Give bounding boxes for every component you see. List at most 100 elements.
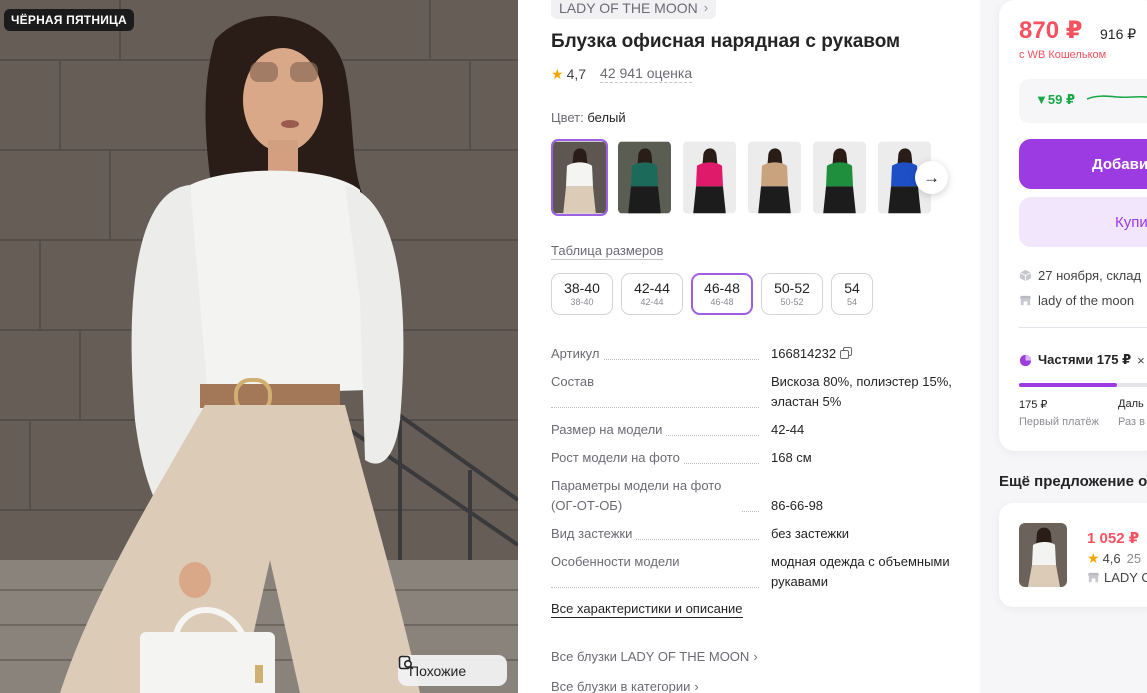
- arrow-right-icon: →: [923, 167, 940, 187]
- spec-row: Состав Вискоза 80%, полиэстер 15%, эласта…: [551, 372, 971, 412]
- rating-value: 4,7: [566, 66, 587, 82]
- offer-seller: LADY O: [1087, 570, 1147, 585]
- buy-now-button[interactable]: Купи: [1019, 197, 1147, 247]
- color-label-value: белый: [587, 110, 626, 125]
- spec-value: 166814232: [771, 344, 971, 364]
- price: 870 ₽: [1019, 17, 1083, 44]
- pie-icon: [1019, 354, 1032, 366]
- product-photo-illustration: [0, 0, 518, 693]
- spec-key: Рост модели на фото: [551, 448, 771, 468]
- offer-rating-value: 4,6: [1102, 551, 1121, 566]
- offer-rating: ★ 4,6 25: [1087, 550, 1141, 567]
- size-option[interactable]: 38-40 38-40: [551, 273, 613, 315]
- color-label: Цвет: белый: [551, 110, 626, 125]
- size-option-label: 46-48: [704, 280, 740, 296]
- color-thumbnail[interactable]: [616, 139, 673, 216]
- size-option[interactable]: 54 54: [831, 273, 873, 315]
- color-label-key: Цвет:: [551, 110, 584, 125]
- price-trend[interactable]: ▼59 ₽: [1019, 79, 1147, 123]
- price-drop-value: ▼59 ₽: [1035, 92, 1075, 107]
- spec-key: Особенности модели: [551, 552, 771, 592]
- color-thumbnail[interactable]: [811, 139, 868, 216]
- similar-label: Похожие: [409, 662, 467, 679]
- next-payment-label: Раз в: [1118, 416, 1145, 428]
- copy-icon[interactable]: [840, 347, 853, 359]
- spec-value: Вискоза 80%, полиэстер 15%, эластан 5%: [771, 372, 971, 412]
- installments-label: Частями 175 ₽: [1038, 352, 1132, 367]
- thumbnail-image: [683, 141, 736, 214]
- spec-value: 168 см: [771, 448, 971, 468]
- add-to-cart-button[interactable]: Добави: [1019, 139, 1147, 189]
- spec-value-text: Вискоза 80%, полиэстер 15%, эластан 5%: [771, 374, 952, 409]
- all-category-blouses-label: Все блузки в категории: [551, 679, 691, 693]
- color-thumbnail[interactable]: [746, 139, 803, 216]
- spec-row: Особенности модели модная одежда с объемн…: [551, 552, 971, 592]
- all-brand-blouses-link[interactable]: Все блузки LADY OF THE MOON ›: [551, 649, 758, 664]
- brand-link[interactable]: LADY OF THE MOON ›: [551, 0, 717, 19]
- color-thumbnail[interactable]: [551, 139, 608, 216]
- all-specs-link[interactable]: Все характеристики и описание: [551, 601, 743, 618]
- size-option-sublabel: 42-44: [640, 297, 664, 307]
- shop-icon: [1019, 295, 1032, 306]
- offer-rating-count: 25: [1126, 551, 1142, 566]
- size-option-label: 38-40: [564, 280, 600, 296]
- size-option[interactable]: 50-52 50-52: [761, 273, 823, 315]
- more-offers-title: Ещё предложение о: [999, 473, 1147, 490]
- spec-key-label: Состав: [551, 372, 599, 392]
- installments-header[interactable]: Частями 175 ₽ ×: [1019, 352, 1145, 368]
- black-friday-badge: ЧЁРНАЯ ПЯТНИЦА: [4, 9, 134, 31]
- brand-name: LADY OF THE MOON: [559, 0, 698, 16]
- buy-panel: 870 ₽ 916 ₽ с WB Кошельком ▼59 ₽ Добави …: [999, 0, 1147, 451]
- product-title: Блузка офисная нарядная с рукавом: [551, 31, 901, 52]
- spec-row: Размер на модели 42-44: [551, 420, 971, 440]
- offer-thumbnail: [1019, 523, 1067, 587]
- spec-value: 86-66-98: [771, 476, 971, 516]
- size-option-label: 42-44: [634, 280, 670, 296]
- similar-products-button[interactable]: Похожие: [398, 655, 507, 686]
- all-category-blouses-link[interactable]: Все блузки в категории ›: [551, 679, 699, 693]
- offer-card[interactable]: 1 052 ₽ ★ 4,6 25 LADY O: [999, 503, 1147, 607]
- spec-value-text: 168 см: [771, 450, 812, 465]
- delivery-text: 27 ноября, склад: [1038, 268, 1142, 283]
- thumbnail-image: [748, 141, 801, 214]
- spec-value-text: 86-66-98: [771, 498, 824, 513]
- old-price: 916 ₽: [1100, 26, 1137, 42]
- spec-row: Вид застежки без застежки: [551, 524, 971, 544]
- size-option[interactable]: 46-48 46-48: [691, 273, 753, 315]
- spec-value-text: 166814232: [771, 346, 837, 361]
- delivery-info: 27 ноября, склад: [1019, 268, 1141, 283]
- spec-key-label: Вид застежки: [551, 524, 637, 544]
- seller-link[interactable]: lady of the moon: [1019, 293, 1134, 308]
- spec-key-label: Артикул: [551, 344, 604, 364]
- installments-progress-fill: [1019, 383, 1117, 387]
- first-payment-value: 175 ₽: [1019, 399, 1048, 411]
- next-payment-value: Даль: [1118, 398, 1144, 410]
- spec-row: Параметры модели на фото (ОГ-ОТ-ОБ) 86-66…: [551, 476, 971, 516]
- size-table-link[interactable]: Таблица размеров: [551, 243, 664, 260]
- size-selector: 38-40 38-40 42-44 42-44 46-48 46-48 50-52 50-52…: [551, 273, 873, 315]
- price-trend-sparkline: [1087, 95, 1147, 100]
- spec-value: без застежки: [771, 524, 971, 544]
- similar-search-icon: [398, 655, 414, 670]
- offer-seller-name: LADY O: [1104, 570, 1147, 585]
- reviews-link[interactable]: 42 941 оценка: [600, 65, 693, 83]
- size-option-label: 54: [844, 280, 860, 296]
- chevron-right-icon: ›: [703, 0, 709, 15]
- size-option[interactable]: 42-44 42-44: [621, 273, 683, 315]
- thumbnail-image: [813, 141, 866, 214]
- rating-row: ★ 4,7 42 941 оценка: [551, 65, 693, 83]
- spec-key: Размер на модели: [551, 420, 771, 440]
- seller-name: lady of the moon: [1038, 293, 1135, 308]
- spec-key-label: Рост модели на фото: [551, 448, 684, 468]
- size-option-sublabel: 46-48: [710, 297, 734, 307]
- spec-value-text: без застежки: [771, 526, 850, 541]
- product-photo[interactable]: ЧЁРНАЯ ПЯТНИЦА Похожие: [0, 0, 518, 693]
- size-option-label: 50-52: [774, 280, 810, 296]
- spec-key-label: Размер на модели: [551, 420, 667, 440]
- color-thumbnails: [551, 139, 933, 216]
- spec-key: Параметры модели на фото (ОГ-ОТ-ОБ): [551, 476, 771, 516]
- size-option-sublabel: 54: [846, 297, 857, 307]
- thumbnails-next-button[interactable]: →: [915, 161, 948, 194]
- star-icon: ★: [551, 65, 564, 82]
- color-thumbnail[interactable]: [681, 139, 738, 216]
